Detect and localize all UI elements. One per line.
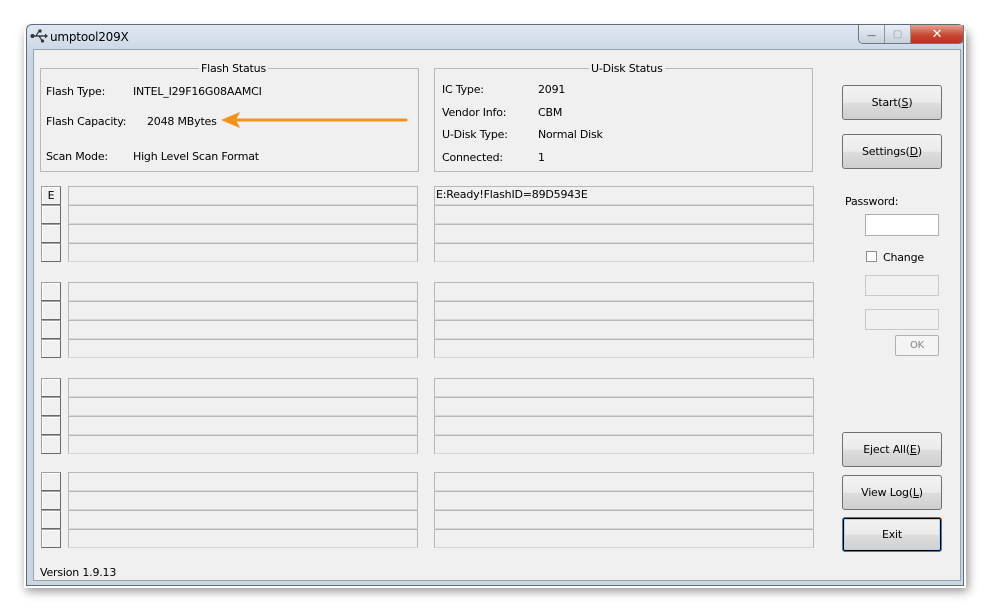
eject-label-end: )	[916, 443, 921, 456]
port-field	[68, 186, 418, 205]
port-status-field	[434, 320, 814, 339]
port-box[interactable]	[41, 224, 61, 243]
connected-value: 1	[538, 151, 545, 164]
port-status-field: E:Ready!FlashID=89D5943E	[434, 186, 814, 205]
start-label-end: )	[908, 96, 913, 109]
port-status-field	[434, 529, 814, 548]
port-box[interactable]	[41, 435, 61, 454]
minimize-button[interactable]: —	[859, 25, 885, 43]
exit-button[interactable]: Exit	[842, 517, 942, 552]
ok-button[interactable]: OK	[895, 335, 939, 356]
port-field	[68, 243, 418, 262]
viewlog-label: View Log(	[861, 486, 913, 499]
udisk-type-value: Normal Disk	[538, 128, 603, 141]
port-status-field	[434, 397, 814, 416]
port-box[interactable]	[41, 205, 61, 224]
eject-all-button[interactable]: Eject All(E)	[842, 432, 942, 467]
port-box[interactable]	[41, 320, 61, 339]
port-status-field	[434, 301, 814, 320]
maximize-button[interactable]: ▢	[885, 25, 911, 43]
port-field	[68, 378, 418, 397]
port-box[interactable]	[41, 339, 61, 358]
port-box[interactable]	[41, 397, 61, 416]
ic-type-value: 2091	[538, 83, 566, 96]
new-password-input[interactable]	[865, 275, 939, 296]
flash-capacity-value: 2048 MBytes	[147, 115, 217, 128]
settings-label: Settings(	[862, 145, 910, 158]
title-bar[interactable]	[27, 25, 963, 49]
port-status-field	[434, 435, 814, 454]
port-field	[68, 435, 418, 454]
ic-type-label: IC Type:	[442, 83, 484, 96]
settings-label-end: )	[917, 145, 922, 158]
start-hotkey: S	[901, 96, 909, 109]
start-label: Start(	[871, 96, 902, 109]
port-field	[68, 529, 418, 548]
port-field	[68, 416, 418, 435]
port-field	[68, 397, 418, 416]
viewlog-label-end: )	[918, 486, 923, 499]
port-status-field	[434, 510, 814, 529]
port-field	[68, 320, 418, 339]
port-field	[68, 301, 418, 320]
port-field	[68, 472, 418, 491]
close-icon: ✕	[931, 26, 943, 42]
window-controls: — ▢ ✕	[858, 25, 964, 44]
port-field	[68, 282, 418, 301]
settings-hotkey: D	[909, 145, 918, 158]
usb-icon	[30, 29, 48, 43]
drive-letter-box[interactable]: E	[41, 186, 61, 205]
port-status-field	[434, 224, 814, 243]
port-field	[68, 491, 418, 510]
port-box[interactable]	[41, 243, 61, 262]
port-status-field	[434, 378, 814, 397]
annotation-arrow-icon	[221, 112, 408, 128]
port-box[interactable]	[41, 510, 61, 529]
scan-mode-value: High Level Scan Format	[133, 150, 259, 163]
start-button[interactable]: Start(S)	[842, 85, 942, 120]
maximize-icon: ▢	[892, 28, 903, 40]
window-title: umptool209X	[50, 30, 129, 44]
settings-button[interactable]: Settings(D)	[842, 134, 942, 169]
view-log-button[interactable]: View Log(L)	[842, 475, 942, 510]
udisk-status-legend: U-Disk Status	[589, 62, 665, 75]
flash-type-value: INTEL_I29F16G08AAMCI	[133, 85, 262, 98]
port-status-field	[434, 205, 814, 224]
port-field	[68, 224, 418, 243]
port-status-field	[434, 282, 814, 301]
connected-label: Connected:	[442, 151, 503, 164]
port-box[interactable]	[41, 529, 61, 548]
port-box[interactable]	[41, 416, 61, 435]
vendor-info-value: CBM	[538, 106, 563, 119]
port-status-field	[434, 491, 814, 510]
vendor-info-label: Vendor Info:	[442, 106, 507, 119]
password-label: Password:	[845, 195, 899, 208]
port-field	[68, 205, 418, 224]
close-button[interactable]: ✕	[911, 25, 963, 43]
port-box[interactable]	[41, 472, 61, 491]
flash-type-label: Flash Type:	[46, 85, 106, 98]
flash-status-legend: Flash Status	[199, 62, 268, 75]
eject-hotkey: E	[909, 443, 917, 456]
version-label: Version 1.9.13	[40, 566, 117, 579]
port-status-field	[434, 243, 814, 262]
password-input[interactable]	[865, 214, 939, 236]
port-box[interactable]	[41, 378, 61, 397]
port-field	[68, 339, 418, 358]
scan-mode-label: Scan Mode:	[46, 150, 108, 163]
eject-label: Eject All(	[863, 443, 910, 456]
port-box[interactable]	[41, 282, 61, 301]
change-label: Change	[883, 251, 924, 264]
port-box[interactable]	[41, 491, 61, 510]
port-field	[68, 510, 418, 529]
port-status-field	[434, 339, 814, 358]
udisk-type-label: U-Disk Type:	[442, 128, 508, 141]
change-checkbox[interactable]	[866, 251, 877, 262]
port-status-field	[434, 416, 814, 435]
port-status-field	[434, 472, 814, 491]
minimize-icon: —	[867, 31, 876, 41]
confirm-password-input[interactable]	[865, 309, 939, 330]
port-box[interactable]	[41, 301, 61, 320]
flash-capacity-label: Flash Capacity:	[46, 115, 127, 128]
